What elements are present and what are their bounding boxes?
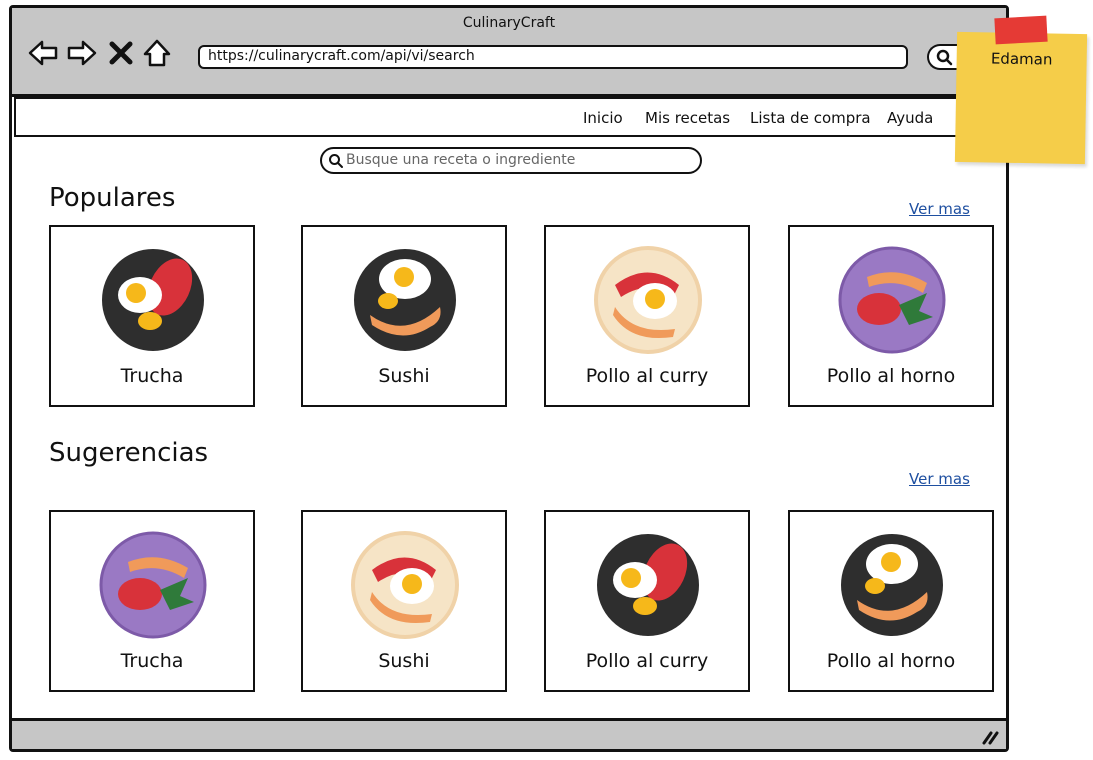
search-placeholder: Busque una receta o ingrediente bbox=[346, 152, 576, 168]
food-plate-icon bbox=[351, 531, 459, 639]
browser-window: CulinaryCraft https://culinarycraft.com/… bbox=[9, 5, 1009, 752]
menu-item-ayuda[interactable]: Ayuda bbox=[887, 109, 933, 127]
food-plate-icon bbox=[352, 247, 458, 353]
home-icon[interactable] bbox=[140, 36, 174, 70]
food-plate-icon bbox=[100, 247, 206, 353]
window-title: CulinaryCraft bbox=[462, 15, 556, 31]
food-plate-icon bbox=[594, 246, 702, 354]
search-icon bbox=[329, 154, 343, 168]
section-title-sugerencias: Sugerencias bbox=[49, 438, 209, 468]
recipe-card[interactable]: Pollo al horno bbox=[788, 510, 994, 692]
menu-item-inicio[interactable]: Inicio bbox=[583, 109, 623, 127]
recipe-card-label: Trucha bbox=[120, 650, 184, 672]
recipe-card-label: Pollo al curry bbox=[585, 650, 709, 672]
menu-item-lista-de-compra[interactable]: Lista de compra bbox=[750, 109, 871, 127]
status-bar bbox=[12, 718, 1006, 749]
recipe-search-input[interactable]: Busque una receta o ingrediente bbox=[320, 147, 702, 174]
food-plate-icon bbox=[99, 531, 207, 639]
recipe-card[interactable]: Trucha bbox=[49, 225, 255, 407]
recipe-card-label: Sushi bbox=[378, 650, 430, 672]
forward-icon[interactable] bbox=[65, 36, 99, 70]
recipe-card[interactable]: Trucha bbox=[49, 510, 255, 692]
recipe-card-label: Pollo al horno bbox=[826, 365, 956, 387]
menu-item-mis-recetas[interactable]: Mis recetas bbox=[645, 109, 730, 127]
ver-mas-populares-link[interactable]: Ver mas bbox=[909, 200, 970, 218]
food-plate-icon bbox=[838, 246, 946, 354]
ver-mas-sugerencias-link[interactable]: Ver mas bbox=[909, 470, 970, 488]
recipe-card[interactable]: Sushi bbox=[301, 510, 507, 692]
recipe-card[interactable]: Pollo al curry bbox=[544, 225, 750, 407]
food-plate-icon bbox=[595, 532, 701, 638]
tape-icon bbox=[994, 15, 1048, 45]
recipe-card[interactable]: Pollo al curry bbox=[544, 510, 750, 692]
url-field[interactable]: https://culinarycraft.com/api/vi/search bbox=[198, 45, 908, 69]
sticky-note-text: Edaman bbox=[990, 49, 1053, 69]
recipe-card[interactable]: Sushi bbox=[301, 225, 507, 407]
search-icon bbox=[936, 49, 953, 66]
recipe-card-label: Trucha bbox=[120, 365, 184, 387]
browser-toolbar: CulinaryCraft https://culinarycraft.com/… bbox=[12, 8, 1006, 97]
resize-grip-icon[interactable] bbox=[980, 729, 1000, 745]
recipe-card-label: Pollo al horno bbox=[826, 650, 956, 672]
recipe-card-label: Pollo al curry bbox=[585, 365, 709, 387]
section-title-populares: Populares bbox=[49, 183, 176, 213]
top-menu: Inicio Mis recetas Lista de compra Ayuda bbox=[14, 97, 1007, 137]
recipe-card-label: Sushi bbox=[378, 365, 430, 387]
food-plate-icon bbox=[839, 532, 945, 638]
close-icon[interactable] bbox=[104, 36, 138, 70]
back-icon[interactable] bbox=[26, 36, 60, 70]
sticky-note: Edaman bbox=[954, 31, 1088, 165]
recipe-card[interactable]: Pollo al horno bbox=[788, 225, 994, 407]
